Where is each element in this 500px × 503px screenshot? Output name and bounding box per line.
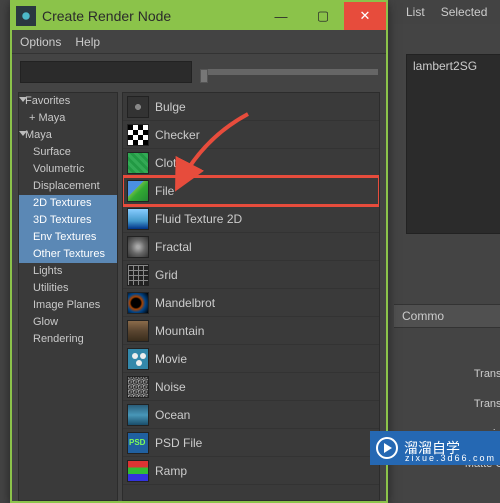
sidebar-item-image-planes[interactable]: Image Planes — [19, 297, 117, 314]
minimize-button[interactable]: — — [260, 2, 302, 30]
node-list[interactable]: Bulge Checker Cloth File Fluid Texture 2… — [122, 92, 380, 501]
category-sidebar[interactable]: Favorites + Maya Maya Surface Volumetric… — [18, 92, 118, 501]
help-menu[interactable]: Help — [75, 35, 100, 49]
node-item-mandelbrot[interactable]: Mandelbrot — [123, 289, 379, 317]
list-item[interactable]: lambert2SG — [413, 59, 500, 73]
mandelbrot-icon — [127, 292, 149, 314]
ramp-icon — [127, 460, 149, 482]
sidebar-item-other-textures[interactable]: Other Textures — [19, 246, 117, 263]
options-menu[interactable]: Options — [20, 35, 61, 49]
sidebar-item-env-textures[interactable]: Env Textures — [19, 229, 117, 246]
fractal-icon — [127, 236, 149, 258]
node-item-checker[interactable]: Checker — [123, 121, 379, 149]
node-item-grid[interactable]: Grid — [123, 261, 379, 289]
node-label: Checker — [155, 128, 200, 142]
node-label: Movie — [155, 352, 187, 366]
bulge-icon — [127, 96, 149, 118]
sidebar-item-3d-textures[interactable]: 3D Textures — [19, 212, 117, 229]
node-item-ramp[interactable]: Ramp — [123, 457, 379, 485]
node-item-fractal[interactable]: Fractal — [123, 233, 379, 261]
attribute-editor-panel: List Selected lambert2SG Commo Transl Tr… — [394, 0, 500, 503]
node-label: PSD File — [155, 436, 202, 450]
ocean-icon — [127, 404, 149, 426]
shading-group-list[interactable]: lambert2SG — [406, 54, 500, 234]
sidebar-item-glow[interactable]: Glow — [19, 314, 117, 331]
sidebar-item-displacement[interactable]: Displacement — [19, 178, 117, 195]
node-item-movie[interactable]: Movie — [123, 345, 379, 373]
mountain-icon — [127, 320, 149, 342]
checker-icon — [127, 124, 149, 146]
node-label: Fluid Texture 2D — [155, 212, 242, 226]
node-label: Mandelbrot — [155, 296, 215, 310]
close-button[interactable]: ✕ — [344, 2, 386, 30]
sidebar-item-favorites[interactable]: Favorites — [19, 93, 117, 110]
selected-tab[interactable]: Selected — [441, 5, 488, 19]
node-label: Fractal — [155, 240, 192, 254]
node-label: Ramp — [155, 464, 187, 478]
cloth-icon — [127, 152, 149, 174]
node-label: File — [155, 184, 174, 198]
menubar: Options Help — [12, 30, 386, 54]
create-render-node-window: Create Render Node — ▢ ✕ Options Help Fa… — [10, 0, 388, 503]
maximize-button[interactable]: ▢ — [302, 2, 344, 30]
noise-icon — [127, 376, 149, 398]
sidebar-item-maya[interactable]: Maya — [19, 127, 117, 144]
node-label: Ocean — [155, 408, 190, 422]
play-icon — [376, 437, 398, 459]
node-label: Bulge — [155, 100, 186, 114]
grid-icon — [127, 264, 149, 286]
node-label: Noise — [155, 380, 186, 394]
window-title: Create Render Node — [42, 8, 260, 24]
sidebar-item-maya-fav[interactable]: + Maya — [19, 110, 117, 127]
list-tab[interactable]: List — [406, 5, 425, 19]
slider-handle[interactable] — [200, 69, 208, 83]
node-item-psd-file[interactable]: PSD File — [123, 429, 379, 457]
node-item-mountain[interactable]: Mountain — [123, 317, 379, 345]
sidebar-item-surface[interactable]: Surface — [19, 144, 117, 161]
common-section-header[interactable]: Commo — [394, 304, 500, 328]
node-label: Cloth — [155, 156, 183, 170]
search-input[interactable] — [20, 61, 192, 83]
icon-size-slider[interactable] — [202, 69, 378, 75]
sidebar-item-rendering[interactable]: Rendering — [19, 331, 117, 348]
sidebar-item-utilities[interactable]: Utilities — [19, 280, 117, 297]
node-item-bulge[interactable]: Bulge — [123, 93, 379, 121]
movie-icon — [127, 348, 149, 370]
file-icon — [127, 180, 149, 202]
node-item-file[interactable]: File — [123, 177, 379, 205]
watermark-badge: 溜溜自学 zixue.3d66.com — [370, 431, 500, 465]
psd-icon — [127, 432, 149, 454]
node-label: Mountain — [155, 324, 204, 338]
titlebar[interactable]: Create Render Node — ▢ ✕ — [12, 2, 386, 30]
node-item-cloth[interactable]: Cloth — [123, 149, 379, 177]
watermark-url: zixue.3d66.com — [405, 453, 496, 463]
node-label: Grid — [155, 268, 178, 282]
sidebar-item-2d-textures[interactable]: 2D Textures — [19, 195, 117, 212]
node-item-fluid-texture-2d[interactable]: Fluid Texture 2D — [123, 205, 379, 233]
sidebar-item-lights[interactable]: Lights — [19, 263, 117, 280]
node-item-noise[interactable]: Noise — [123, 373, 379, 401]
sidebar-item-volumetric[interactable]: Volumetric — [19, 161, 117, 178]
fluid-icon — [127, 208, 149, 230]
node-item-ocean[interactable]: Ocean — [123, 401, 379, 429]
maya-app-icon — [16, 6, 36, 26]
